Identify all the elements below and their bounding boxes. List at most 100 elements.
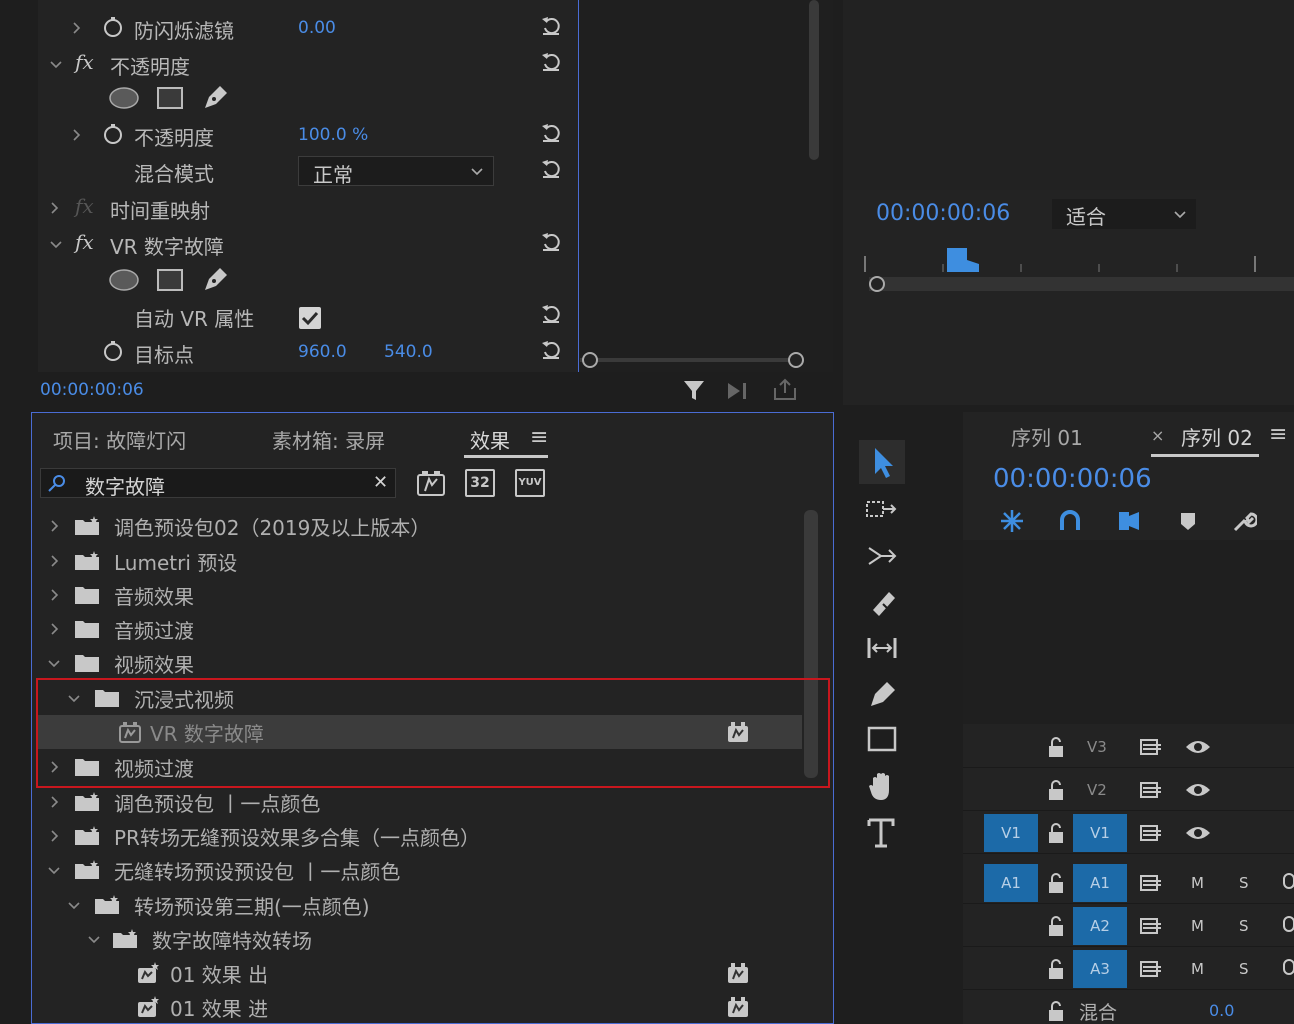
selection-tool[interactable]	[859, 440, 905, 484]
solo-button[interactable]: S	[1239, 917, 1249, 935]
lock-icon[interactable]	[1047, 822, 1065, 844]
ec-value-y[interactable]: 540.0	[384, 342, 433, 362]
tab-sequence-02[interactable]: 序列 02	[1181, 422, 1253, 451]
rectangle-tool-icon[interactable]	[861, 720, 903, 760]
track-target-a1[interactable]: A1	[1073, 864, 1127, 902]
ec-timeline-area[interactable]	[578, 0, 833, 372]
track-a3[interactable]: A3 M S	[963, 948, 1294, 990]
reset-icon[interactable]	[540, 302, 562, 324]
tree-item[interactable]: Lumetri 预设	[38, 544, 808, 578]
program-timecode[interactable]: 00:00:00:06	[876, 201, 1010, 226]
mix-value[interactable]: 0.0	[1209, 1001, 1234, 1020]
blend-mode-dropdown[interactable]: 正常	[298, 156, 494, 187]
32-bit-filter[interactable]: 32	[465, 469, 495, 497]
chevron-down-icon[interactable]	[48, 864, 60, 876]
timeline-tracks-area[interactable]	[963, 540, 1294, 724]
yuv-filter[interactable]: YUV	[515, 469, 545, 497]
chevron-down-icon[interactable]	[50, 238, 62, 250]
sync-lock-icon[interactable]	[1139, 736, 1163, 758]
chevron-right-icon[interactable]	[48, 623, 60, 635]
tab-bin[interactable]: 素材箱: 录屏	[272, 425, 385, 454]
track-a2[interactable]: A2 M S	[963, 905, 1294, 947]
mute-button[interactable]: M	[1191, 960, 1204, 978]
tree-item[interactable]: 音频效果	[38, 578, 808, 612]
chevron-right-icon[interactable]	[70, 22, 82, 34]
search-box[interactable]: 数字故障 ✕	[40, 468, 396, 500]
program-viewer[interactable]	[843, 0, 1294, 190]
mute-button[interactable]: M	[1191, 917, 1204, 935]
play-audio-icon[interactable]	[726, 380, 752, 402]
tab-effects[interactable]: 效果	[470, 425, 510, 454]
tree-item[interactable]: 数字故障特效转场	[38, 922, 808, 956]
wrench-icon[interactable]	[1231, 508, 1257, 534]
mic-icon[interactable]	[1281, 915, 1294, 937]
stopwatch-icon[interactable]	[102, 16, 124, 38]
ripple-edit-icon[interactable]	[861, 536, 903, 576]
tree-item[interactable]: 音频过渡	[38, 612, 808, 646]
zoom-dropdown[interactable]: 适合	[1052, 199, 1196, 229]
reset-icon[interactable]	[540, 50, 562, 72]
hand-tool-icon[interactable]	[861, 766, 903, 806]
chevron-down-icon[interactable]	[68, 899, 80, 911]
pen-tool-icon[interactable]	[861, 674, 903, 714]
reset-icon[interactable]	[540, 230, 562, 252]
chevron-right-icon[interactable]	[70, 129, 82, 141]
sync-lock-icon[interactable]	[1139, 958, 1163, 980]
marker-icon[interactable]	[1177, 510, 1199, 532]
track-v2[interactable]: V2	[963, 769, 1294, 811]
tree-item[interactable]: 调色预设包02（2019及以上版本）	[38, 509, 808, 543]
ellipse-mask-icon[interactable]	[108, 268, 140, 292]
reset-icon[interactable]	[540, 121, 562, 143]
chevron-right-icon[interactable]	[48, 520, 60, 532]
lock-icon[interactable]	[1047, 872, 1065, 894]
panel-menu-icon[interactable]: ≡	[1269, 422, 1287, 447]
mute-button[interactable]: M	[1191, 874, 1204, 892]
pen-mask-icon[interactable]	[200, 265, 230, 295]
track-a1[interactable]: A1 A1 M S	[963, 862, 1294, 904]
track-mix[interactable]: 混合 0.0	[963, 994, 1294, 1024]
sync-lock-icon[interactable]	[1139, 822, 1163, 844]
stopwatch-icon[interactable]	[102, 340, 124, 362]
eye-icon[interactable]	[1185, 824, 1211, 842]
track-v3[interactable]: V3	[963, 726, 1294, 768]
ellipse-mask-icon[interactable]	[108, 86, 140, 110]
solo-button[interactable]: S	[1239, 960, 1249, 978]
program-scrollbar[interactable]	[869, 277, 1294, 291]
type-tool-icon[interactable]	[861, 812, 903, 852]
eye-icon[interactable]	[1185, 781, 1211, 799]
ec-value-x[interactable]: 960.0	[298, 342, 347, 362]
filter-icon[interactable]	[682, 378, 708, 404]
sync-lock-icon[interactable]	[1139, 915, 1163, 937]
lock-icon[interactable]	[1047, 736, 1065, 758]
mic-icon[interactable]	[1281, 958, 1294, 980]
tree-item[interactable]: 调色预设包 丨一点颜色	[38, 785, 808, 819]
ec-zoom-bar[interactable]	[580, 358, 802, 362]
ec-timecode[interactable]: 00:00:00:06	[40, 380, 144, 400]
reset-icon[interactable]	[540, 157, 562, 179]
chevron-right-icon[interactable]	[48, 555, 60, 567]
track-target-v1[interactable]: V1	[1073, 814, 1127, 852]
lock-icon[interactable]	[1047, 1000, 1065, 1022]
sync-lock-icon[interactable]	[1139, 779, 1163, 801]
zoom-handle-right[interactable]	[786, 350, 806, 370]
chevron-right-icon[interactable]	[48, 202, 60, 214]
export-icon[interactable]	[772, 378, 798, 402]
track-v1[interactable]: V1 V1	[963, 812, 1294, 854]
chevron-right-icon[interactable]	[48, 796, 60, 808]
search-input[interactable]: 数字故障	[85, 471, 165, 500]
tab-sequence-01[interactable]: 序列 01	[1011, 422, 1083, 451]
track-target-a2[interactable]: A2	[1073, 907, 1127, 945]
source-patch-v1[interactable]: V1	[984, 814, 1038, 852]
tree-item[interactable]: 视频效果	[38, 646, 808, 680]
snap-icon[interactable]	[999, 508, 1025, 534]
mic-icon[interactable]	[1281, 872, 1294, 894]
tree-item[interactable]: 01 效果 出	[38, 956, 808, 990]
track-target-a3[interactable]: A3	[1073, 950, 1127, 988]
program-ruler[interactable]	[863, 256, 1294, 272]
tab-project[interactable]: 项目: 故障灯闪	[53, 425, 186, 454]
chevron-down-icon[interactable]	[50, 58, 62, 70]
playhead-icon[interactable]	[945, 246, 981, 274]
ec-value[interactable]: 0.00	[298, 18, 336, 38]
timeline-timecode[interactable]: 00:00:00:06	[993, 464, 1152, 494]
checkbox-checked-icon[interactable]	[298, 306, 322, 330]
